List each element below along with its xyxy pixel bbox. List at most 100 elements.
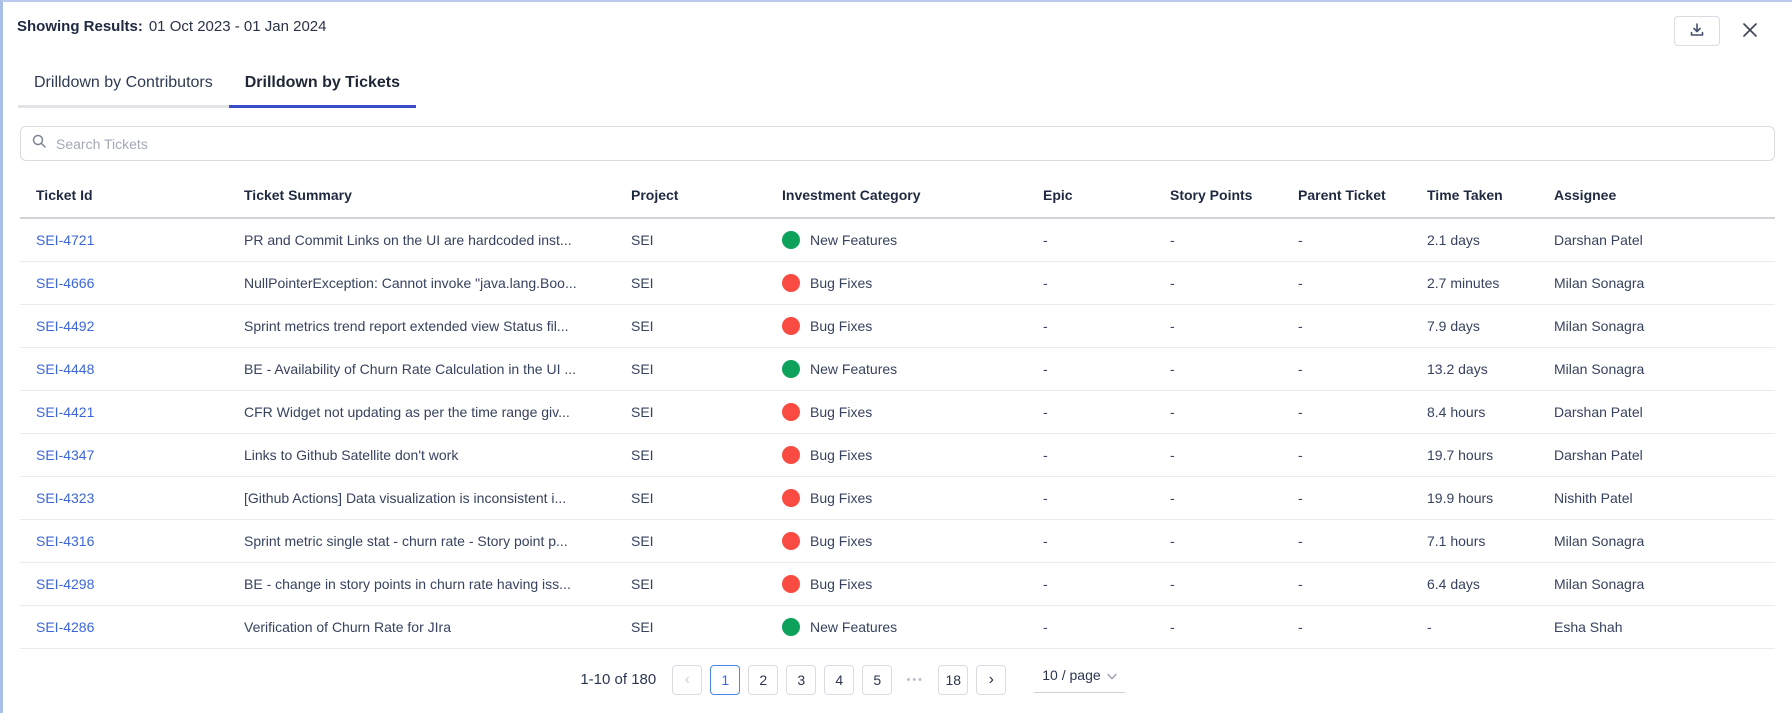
- project-cell: SEI: [631, 605, 782, 648]
- project-cell: SEI: [631, 562, 782, 605]
- ticket-id-link[interactable]: SEI-4666: [36, 275, 94, 291]
- table-header-row: Ticket Id Ticket Summary Project Investm…: [20, 161, 1775, 218]
- ticket-id-link[interactable]: SEI-4448: [36, 361, 94, 377]
- pagination-page-last[interactable]: 18: [938, 665, 968, 695]
- category-dot-icon: [782, 274, 800, 292]
- pagination-ellipsis[interactable]: •••: [900, 665, 930, 695]
- column-header-ticket-id: Ticket Id: [20, 161, 244, 218]
- page-size-selector[interactable]: 10 / page: [1034, 667, 1124, 693]
- table-row: SEI-4347 Links to Github Satellite don't…: [20, 433, 1775, 476]
- parent-ticket-cell: -: [1298, 218, 1427, 261]
- search-icon: [31, 133, 56, 154]
- story-points-cell: -: [1170, 390, 1298, 433]
- pagination-page-4[interactable]: 4: [824, 665, 854, 695]
- column-header-time-taken: Time Taken: [1427, 161, 1554, 218]
- pagination-page-5[interactable]: 5: [862, 665, 892, 695]
- ticket-id-link[interactable]: SEI-4316: [36, 533, 94, 549]
- table-row: SEI-4323 [Github Actions] Data visualiza…: [20, 476, 1775, 519]
- category-dot-icon: [782, 360, 800, 378]
- table-body: SEI-4721 PR and Commit Links on the UI a…: [20, 218, 1775, 648]
- project-cell: SEI: [631, 433, 782, 476]
- download-icon: [1689, 22, 1705, 41]
- close-icon: [1740, 20, 1760, 43]
- pagination-page-3[interactable]: 3: [786, 665, 816, 695]
- category-dot-icon: [782, 317, 800, 335]
- ticket-summary-cell: Links to Github Satellite don't work: [244, 433, 631, 476]
- category-dot-icon: [782, 231, 800, 249]
- time-taken-cell: -: [1427, 605, 1554, 648]
- table-row: SEI-4492 Sprint metrics trend report ext…: [20, 304, 1775, 347]
- assignee-cell: Nishith Patel: [1554, 476, 1775, 519]
- investment-category-cell: New Features: [782, 360, 1035, 378]
- ticket-summary-cell: PR and Commit Links on the UI are hardco…: [244, 218, 631, 261]
- assignee-cell: Milan Sonagra: [1554, 519, 1775, 562]
- ticket-id-link[interactable]: SEI-4298: [36, 576, 94, 592]
- download-button[interactable]: [1674, 16, 1720, 46]
- category-label: Bug Fixes: [810, 318, 872, 334]
- ticket-summary-cell: BE - change in story points in churn rat…: [244, 562, 631, 605]
- column-header-assignee: Assignee: [1554, 161, 1775, 218]
- table-row: SEI-4448 BE - Availability of Churn Rate…: [20, 347, 1775, 390]
- time-taken-cell: 6.4 days: [1427, 562, 1554, 605]
- parent-ticket-cell: -: [1298, 261, 1427, 304]
- category-label: New Features: [810, 232, 897, 248]
- epic-cell: -: [1043, 519, 1170, 562]
- search-box[interactable]: [20, 126, 1775, 161]
- ticket-id-link[interactable]: SEI-4286: [36, 619, 94, 635]
- epic-cell: -: [1043, 347, 1170, 390]
- close-button[interactable]: [1738, 19, 1762, 43]
- category-label: Bug Fixes: [810, 275, 872, 291]
- pagination-page-2[interactable]: 2: [748, 665, 778, 695]
- project-cell: SEI: [631, 218, 782, 261]
- ticket-id-link[interactable]: SEI-4421: [36, 404, 94, 420]
- pagination: 1-10 of 180 ‹ 1 2 3 4 5 ••• 18 › 10 / pa…: [20, 665, 1775, 695]
- column-header-project: Project: [631, 161, 782, 218]
- table-row: SEI-4316 Sprint metric single stat - chu…: [20, 519, 1775, 562]
- tab-drilldown-by-contributors[interactable]: Drilldown by Contributors: [18, 74, 229, 108]
- tab-drilldown-by-tickets[interactable]: Drilldown by Tickets: [229, 74, 416, 108]
- table-row: SEI-4721 PR and Commit Links on the UI a…: [20, 218, 1775, 261]
- pagination-range-summary: 1-10 of 180: [580, 671, 656, 688]
- epic-cell: -: [1043, 261, 1170, 304]
- column-header-parent-ticket: Parent Ticket: [1298, 161, 1427, 218]
- project-cell: SEI: [631, 304, 782, 347]
- ticket-summary-cell: Sprint metric single stat - churn rate -…: [244, 519, 631, 562]
- investment-category-cell: Bug Fixes: [782, 317, 1035, 335]
- top-actions: [1674, 16, 1762, 46]
- time-taken-cell: 8.4 hours: [1427, 390, 1554, 433]
- pagination-next-button[interactable]: ›: [976, 665, 1006, 695]
- pagination-page-1[interactable]: 1: [710, 665, 740, 695]
- ticket-id-link[interactable]: SEI-4323: [36, 490, 94, 506]
- parent-ticket-cell: -: [1298, 347, 1427, 390]
- ticket-id-link[interactable]: SEI-4492: [36, 318, 94, 334]
- ticket-id-link[interactable]: SEI-4721: [36, 232, 94, 248]
- drilldown-panel: Showing Results:01 Oct 2023 - 01 Jan 202…: [0, 0, 1792, 713]
- assignee-cell: Darshan Patel: [1554, 433, 1775, 476]
- story-points-cell: -: [1170, 304, 1298, 347]
- ticket-summary-cell: BE - Availability of Churn Rate Calculat…: [244, 347, 631, 390]
- time-taken-cell: 7.9 days: [1427, 304, 1554, 347]
- assignee-cell: Milan Sonagra: [1554, 261, 1775, 304]
- time-taken-cell: 2.1 days: [1427, 218, 1554, 261]
- time-taken-cell: 19.9 hours: [1427, 476, 1554, 519]
- investment-category-cell: Bug Fixes: [782, 446, 1035, 464]
- parent-ticket-cell: -: [1298, 476, 1427, 519]
- story-points-cell: -: [1170, 562, 1298, 605]
- time-taken-cell: 2.7 minutes: [1427, 261, 1554, 304]
- ticket-summary-cell: Sprint metrics trend report extended vie…: [244, 304, 631, 347]
- assignee-cell: Milan Sonagra: [1554, 304, 1775, 347]
- investment-category-cell: Bug Fixes: [782, 575, 1035, 593]
- category-dot-icon: [782, 532, 800, 550]
- parent-ticket-cell: -: [1298, 519, 1427, 562]
- ticket-id-link[interactable]: SEI-4347: [36, 447, 94, 463]
- search-input[interactable]: [56, 136, 1764, 152]
- category-label: New Features: [810, 361, 897, 377]
- story-points-cell: -: [1170, 519, 1298, 562]
- column-header-epic: Epic: [1043, 161, 1170, 218]
- epic-cell: -: [1043, 218, 1170, 261]
- story-points-cell: -: [1170, 433, 1298, 476]
- pagination-prev-button[interactable]: ‹: [672, 665, 702, 695]
- table-row: SEI-4298 BE - change in story points in …: [20, 562, 1775, 605]
- category-dot-icon: [782, 575, 800, 593]
- showing-results-text: Showing Results:01 Oct 2023 - 01 Jan 202…: [17, 16, 326, 35]
